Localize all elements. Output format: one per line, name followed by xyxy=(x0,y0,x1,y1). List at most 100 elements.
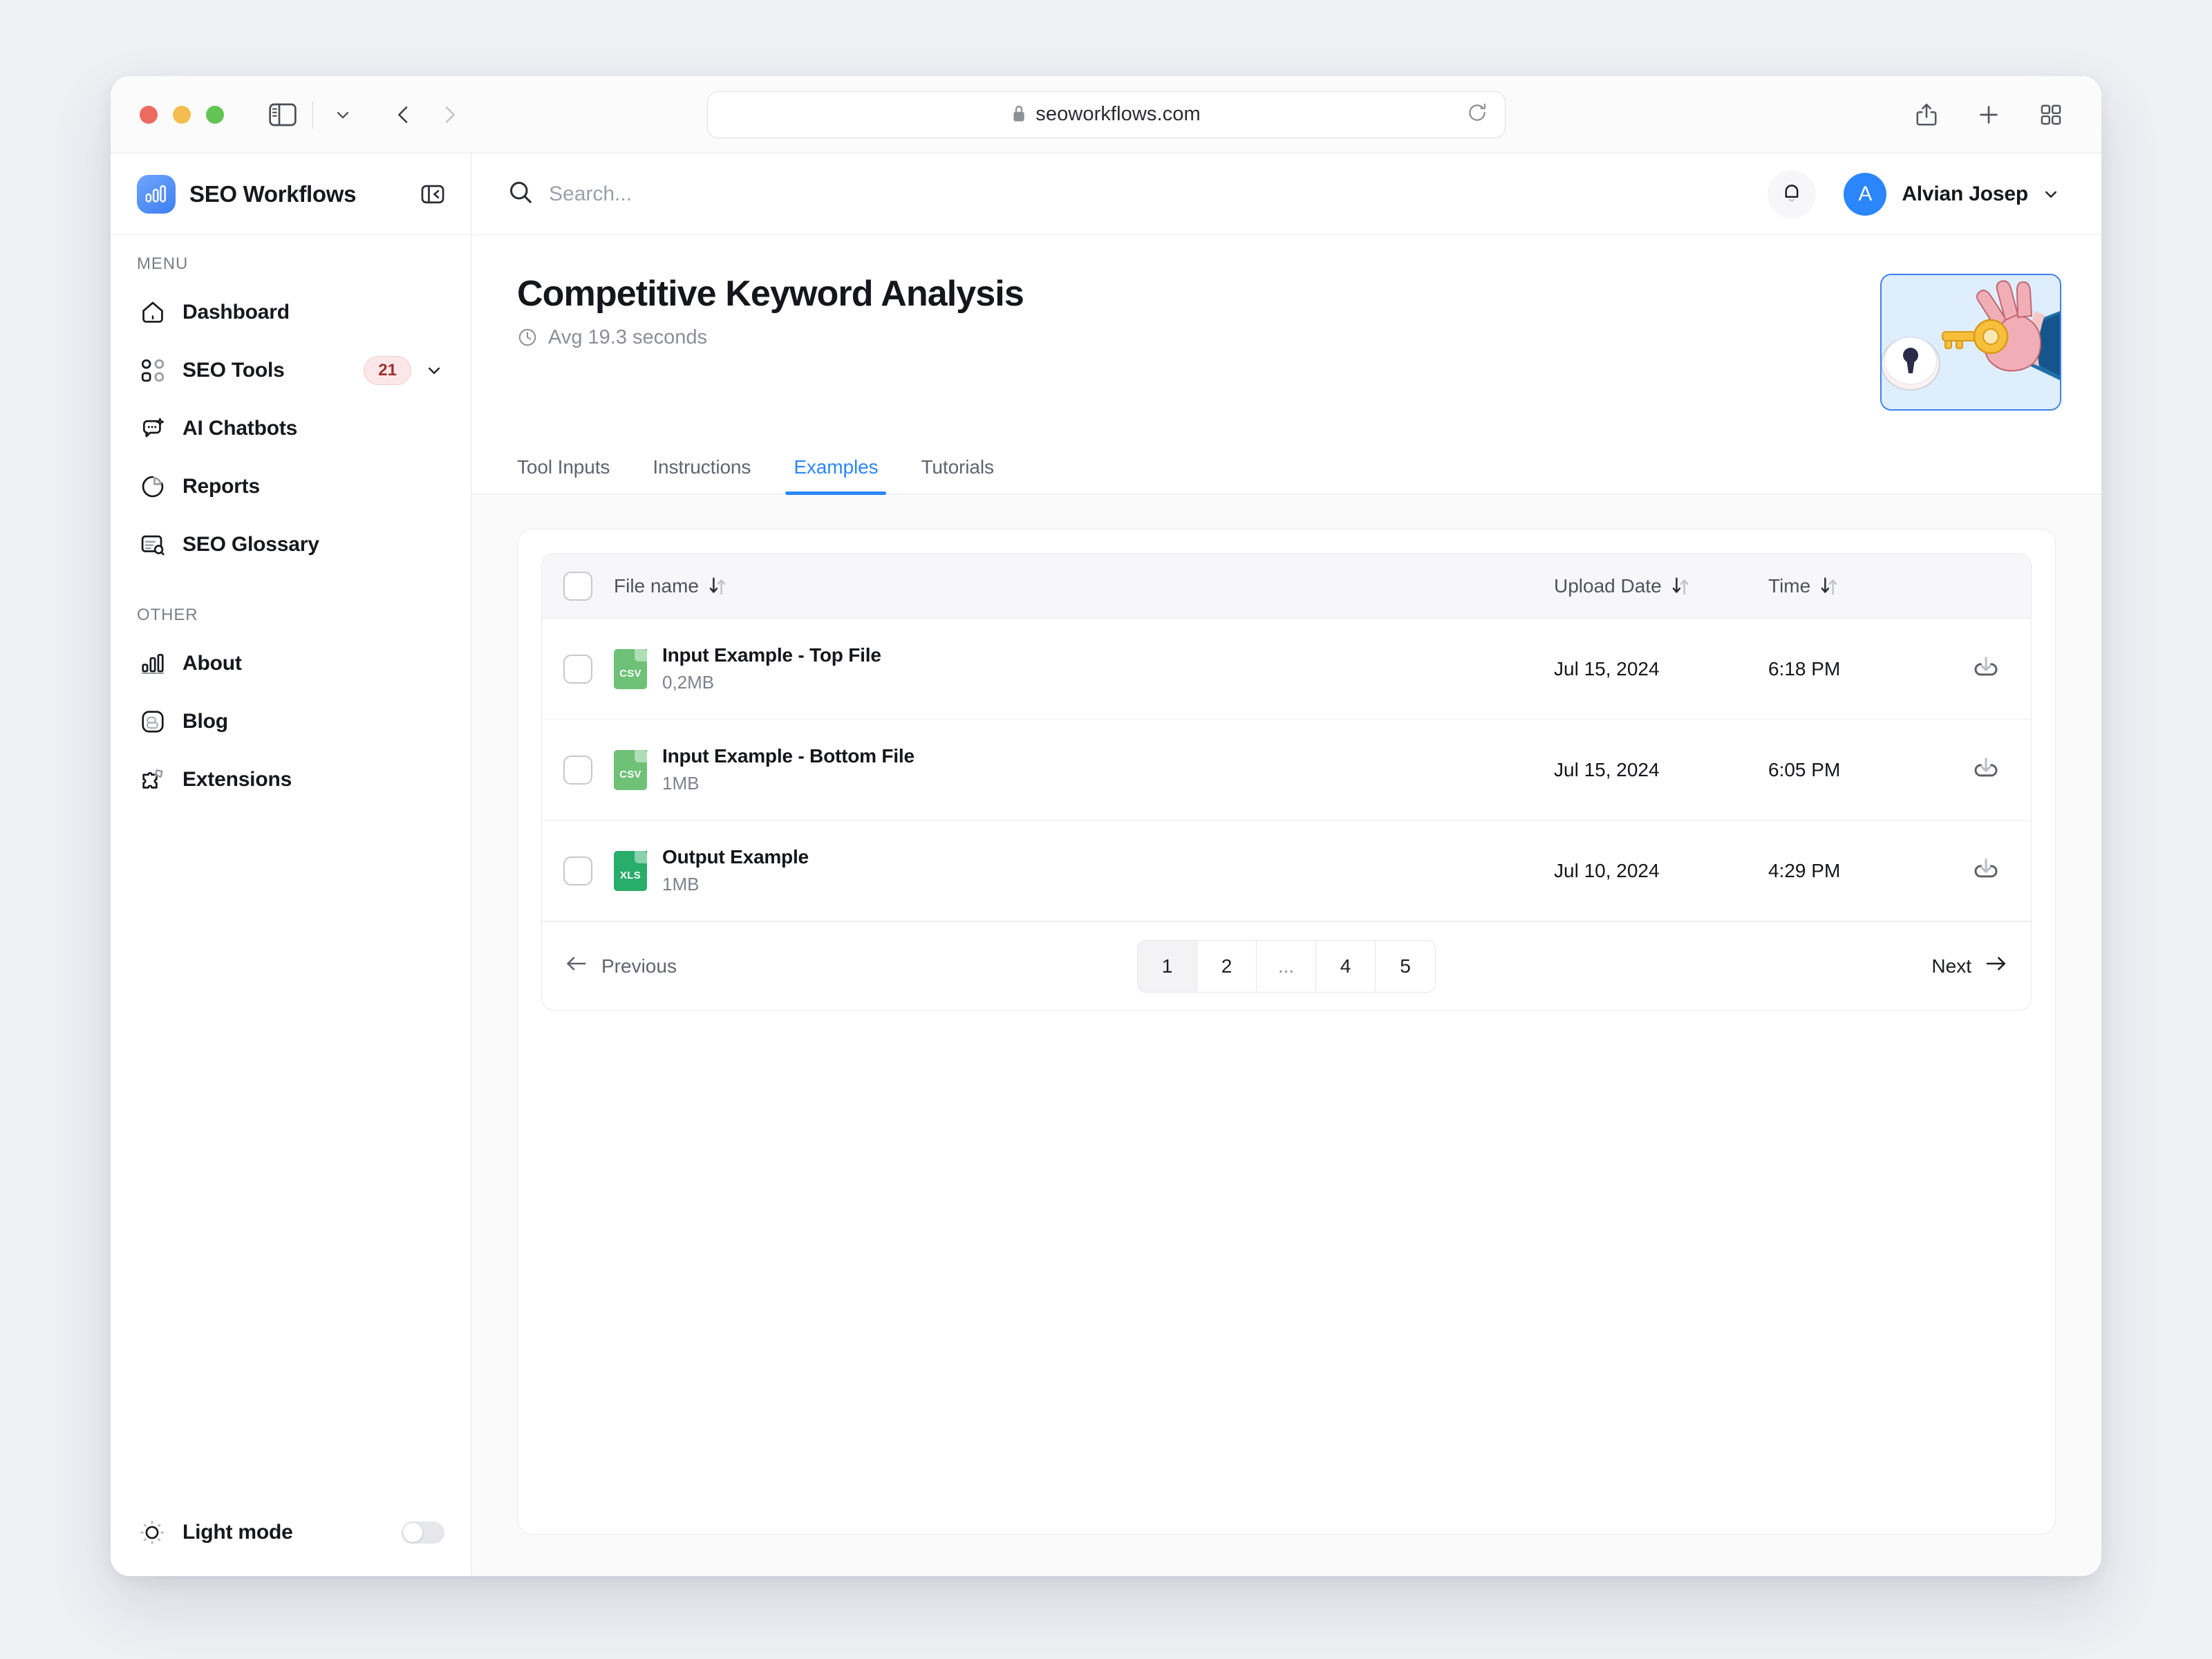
file-name: Input Example - Top File xyxy=(662,644,881,666)
seo-tools-count-badge: 21 xyxy=(364,356,411,385)
sidebar-item-seo-glossary[interactable]: SEO Glossary xyxy=(126,516,456,574)
plus-icon[interactable] xyxy=(1967,93,2010,136)
chevron-down-icon[interactable] xyxy=(321,93,364,136)
sidebar-item-label: About xyxy=(182,652,242,675)
share-icon[interactable] xyxy=(1905,93,1948,136)
minimize-window-button[interactable] xyxy=(173,105,191,124)
maximize-window-button[interactable] xyxy=(206,105,224,124)
sidebar-item-extensions[interactable]: Extensions xyxy=(126,751,456,809)
row-checkbox[interactable] xyxy=(563,654,592,684)
select-all-checkbox[interactable] xyxy=(563,571,592,601)
column-header-upload-date[interactable]: Upload Date xyxy=(1554,575,1768,597)
column-label: Time xyxy=(1768,574,1811,597)
page-number-group: 1 2 ... 4 5 xyxy=(1137,939,1436,993)
sort-arrows-icon xyxy=(1671,577,1689,596)
tab-examples[interactable]: Examples xyxy=(785,456,887,495)
arrow-right-icon xyxy=(1984,954,2007,978)
sun-icon xyxy=(137,1519,167,1546)
toggle-knob xyxy=(403,1523,422,1542)
column-label: File name xyxy=(614,574,699,597)
window-controls xyxy=(140,105,224,124)
page-ellipsis: ... xyxy=(1257,940,1316,992)
tab-tutorials[interactable]: Tutorials xyxy=(921,456,994,494)
page-header: Competitive Keyword Analysis Avg 19.3 se… xyxy=(471,235,2101,411)
csv-file-icon: CSV xyxy=(614,749,647,790)
download-button[interactable] xyxy=(1941,855,2031,886)
page-button-5[interactable]: 5 xyxy=(1376,941,1435,992)
user-name: Alvian Josep xyxy=(1902,182,2028,205)
nav-section-label-other: OTHER xyxy=(137,606,198,624)
column-header-time[interactable]: Time xyxy=(1768,575,1941,597)
download-button[interactable] xyxy=(1941,754,2031,785)
table-row[interactable]: CSV Input Example - Bottom File 1MB Jul … xyxy=(542,720,2031,821)
table-row[interactable]: XLS Output Example 1MB Jul 10, 2024 4:29… xyxy=(542,821,2031,921)
tab-instructions[interactable]: Instructions xyxy=(653,456,751,494)
select-all-cell xyxy=(542,571,614,601)
toolbar-divider xyxy=(312,100,313,129)
user-menu[interactable]: A Alvian Josep xyxy=(1844,172,2061,216)
table-row[interactable]: CSV Input Example - Top File 0,2MB Jul 1… xyxy=(542,619,2031,720)
sidebar-nav: MENU Dashboard SEO Tools 21 AI Chatbots … xyxy=(111,235,471,1519)
forward-arrow-icon[interactable] xyxy=(428,93,471,136)
tab-tool-inputs[interactable]: Tool Inputs xyxy=(517,456,610,494)
sidebar-item-label: SEO Tools xyxy=(182,359,285,382)
sidebar-item-reports[interactable]: Reports xyxy=(126,458,456,516)
back-arrow-icon[interactable] xyxy=(382,93,425,136)
download-icon xyxy=(1972,653,2000,684)
previous-page-button[interactable]: Previous xyxy=(565,954,677,978)
xls-file-icon: XLS xyxy=(614,850,647,891)
chevron-down-icon[interactable] xyxy=(424,360,444,381)
sort-arrows-icon xyxy=(709,577,727,596)
sidebar-item-seo-tools[interactable]: SEO Tools 21 xyxy=(126,341,456,400)
page-subtitle-text: Avg 19.3 seconds xyxy=(548,326,708,348)
notifications-button[interactable] xyxy=(1768,169,1817,218)
sidebar-item-label: Dashboard xyxy=(182,301,290,324)
panel-collapse-icon[interactable] xyxy=(420,181,446,207)
next-page-button[interactable]: Next xyxy=(1931,954,2007,978)
sidebar-item-label: Extensions xyxy=(182,768,292,791)
previous-label: Previous xyxy=(601,955,677,977)
grid-squares-icon xyxy=(137,358,169,383)
sidebar-item-label: Blog xyxy=(182,710,228,733)
sidebar-item-about[interactable]: About xyxy=(126,635,456,693)
pie-chart-icon xyxy=(137,474,169,500)
column-label: Upload Date xyxy=(1554,574,1662,597)
page-button-1[interactable]: 1 xyxy=(1138,940,1197,992)
nav-section-label-menu: MENU xyxy=(137,254,189,273)
chat-sparkle-icon xyxy=(137,415,169,442)
tab-bar: Tool Inputs Instructions Examples Tutori… xyxy=(471,431,2101,495)
search-input[interactable] xyxy=(549,182,964,206)
download-button[interactable] xyxy=(1941,653,2031,684)
pagination: Previous 1 2 ... 4 5 Next xyxy=(542,921,2031,1010)
app-topbar: A Alvian Josep xyxy=(471,153,2101,235)
search-box[interactable] xyxy=(507,179,1768,209)
file-extension-label: CSV xyxy=(619,768,641,780)
file-size: 1MB xyxy=(662,773,700,794)
sidebar-item-dashboard[interactable]: Dashboard xyxy=(126,283,456,341)
row-checkbox[interactable] xyxy=(563,856,592,885)
chevron-down-icon[interactable] xyxy=(2041,184,2061,205)
grid-icon[interactable] xyxy=(2030,93,2072,136)
row-select-cell xyxy=(542,856,614,885)
url-input[interactable]: seoworkflows.com xyxy=(706,91,1506,138)
upload-date: Jul 15, 2024 xyxy=(1554,657,1660,679)
sidebar-item-blog[interactable]: Blog xyxy=(126,693,456,751)
row-checkbox[interactable] xyxy=(563,755,592,785)
sidebar-item-label: Reports xyxy=(182,475,260,498)
column-header-file-name[interactable]: File name xyxy=(614,575,1554,597)
upload-date: Jul 10, 2024 xyxy=(1554,859,1660,881)
app-shell: SEO Workflows MENU Dashboard SEO Tools 2… xyxy=(111,153,2101,1576)
sidebar-item-ai-chatbots[interactable]: AI Chatbots xyxy=(126,400,456,458)
light-mode-row[interactable]: Light mode xyxy=(111,1519,471,1576)
sidebar-toggle-icon[interactable] xyxy=(261,93,304,136)
close-window-button[interactable] xyxy=(140,105,158,124)
light-mode-toggle[interactable] xyxy=(402,1521,444,1544)
file-size: 0,2MB xyxy=(662,672,715,693)
document-search-icon xyxy=(137,532,169,558)
blogger-icon xyxy=(137,709,169,735)
reload-icon[interactable] xyxy=(1466,102,1488,127)
row-select-cell xyxy=(542,654,614,684)
file-extension-label: XLS xyxy=(619,869,641,881)
page-button-4[interactable]: 4 xyxy=(1316,940,1376,992)
page-button-2[interactable]: 2 xyxy=(1197,940,1257,992)
